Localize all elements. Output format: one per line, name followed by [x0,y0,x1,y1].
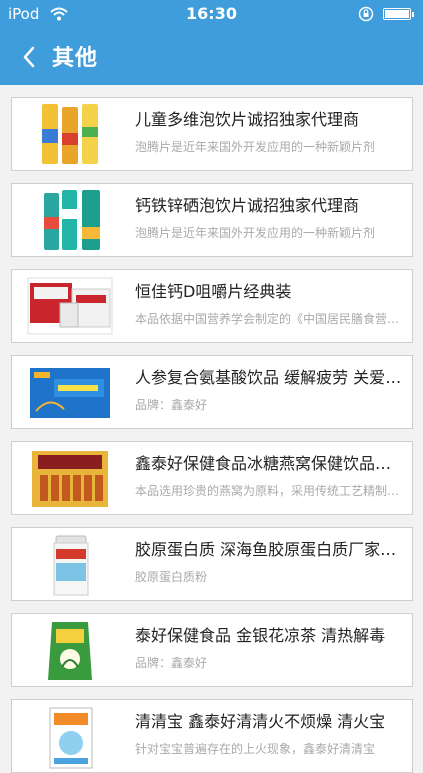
item-description: 本品选用珍贵的燕窝为原料，采用传统工艺精制而成 [135,484,407,498]
chevron-left-icon[interactable] [16,42,46,72]
product-image [44,190,100,250]
item-title: 胶原蛋白质 深海鱼胶原蛋白质厂家直销 [135,540,407,559]
item-title: 人参复合氨基酸饮品 缓解疲劳 关爱健康 [135,368,407,387]
list-item[interactable]: 清清宝 鑫泰好清清火不烦燥 清火宝 针对宝宝普遍存在的上火现象，鑫泰好清清宝 [11,699,413,773]
item-title: 清清宝 鑫泰好清清火不烦燥 清火宝 [135,712,386,731]
list-item[interactable]: 儿童多维泡饮片诚招独家代理商 泡腾片是近年来国外开发应用的一种新颖片剂 [11,97,413,171]
item-title: 鑫泰好保健食品冰糖燕窝保健饮品礼盒装 [135,454,407,473]
nav-bar: 其他 [0,28,423,85]
product-image [27,277,113,335]
product-image [30,368,110,418]
item-description: 针对宝宝普遍存在的上火现象，鑫泰好清清宝 [135,742,376,756]
list-item[interactable]: 钙铁锌硒泡饮片诚招独家代理商 泡腾片是近年来国外开发应用的一种新颖片剂 [11,183,413,257]
battery-icon [383,8,414,20]
product-image [53,535,89,596]
product-image [49,707,93,769]
list-item[interactable]: 人参复合氨基酸饮品 缓解疲劳 关爱健康 品牌：鑫泰好 [11,355,413,429]
item-description: 品牌：鑫泰好 [135,398,208,412]
list-item[interactable]: 泰好保健食品 金银花凉茶 清热解毒 品牌：鑫泰好 [11,613,413,687]
item-title: 儿童多维泡饮片诚招独家代理商 [135,110,360,129]
product-image [42,104,98,164]
list-item[interactable]: 鑫泰好保健食品冰糖燕窝保健饮品礼盒装 本品选用珍贵的燕窝为原料，采用传统工艺精制… [11,441,413,515]
product-image [48,622,92,680]
list-item[interactable]: 胶原蛋白质 深海鱼胶原蛋白质厂家直销 胶原蛋白质粉 [11,527,413,601]
item-title: 泰好保健食品 金银花凉茶 清热解毒 [135,626,386,645]
list-item[interactable]: 恒佳钙D咀嚼片经典装 本品依据中国营养学会制定的《中国居民膳食营养素参考摄入量》 [11,269,413,343]
page-title: 其他 [52,46,99,71]
product-image [32,451,108,507]
item-description: 泡腾片是近年来国外开发应用的一种新颖片剂 [135,226,376,240]
item-title: 钙铁锌硒泡饮片诚招独家代理商 [135,196,360,215]
item-description: 胶原蛋白质粉 [135,570,208,584]
item-description: 品牌：鑫泰好 [135,656,208,670]
rotation-lock-icon [358,6,374,22]
item-description: 泡腾片是近年来国外开发应用的一种新颖片剂 [135,140,376,154]
item-title: 恒佳钙D咀嚼片经典装 [135,282,292,301]
item-description: 本品依据中国营养学会制定的《中国居民膳食营养素参考摄入量》 [135,312,407,326]
status-bar: iPod 16:30 [0,0,423,28]
